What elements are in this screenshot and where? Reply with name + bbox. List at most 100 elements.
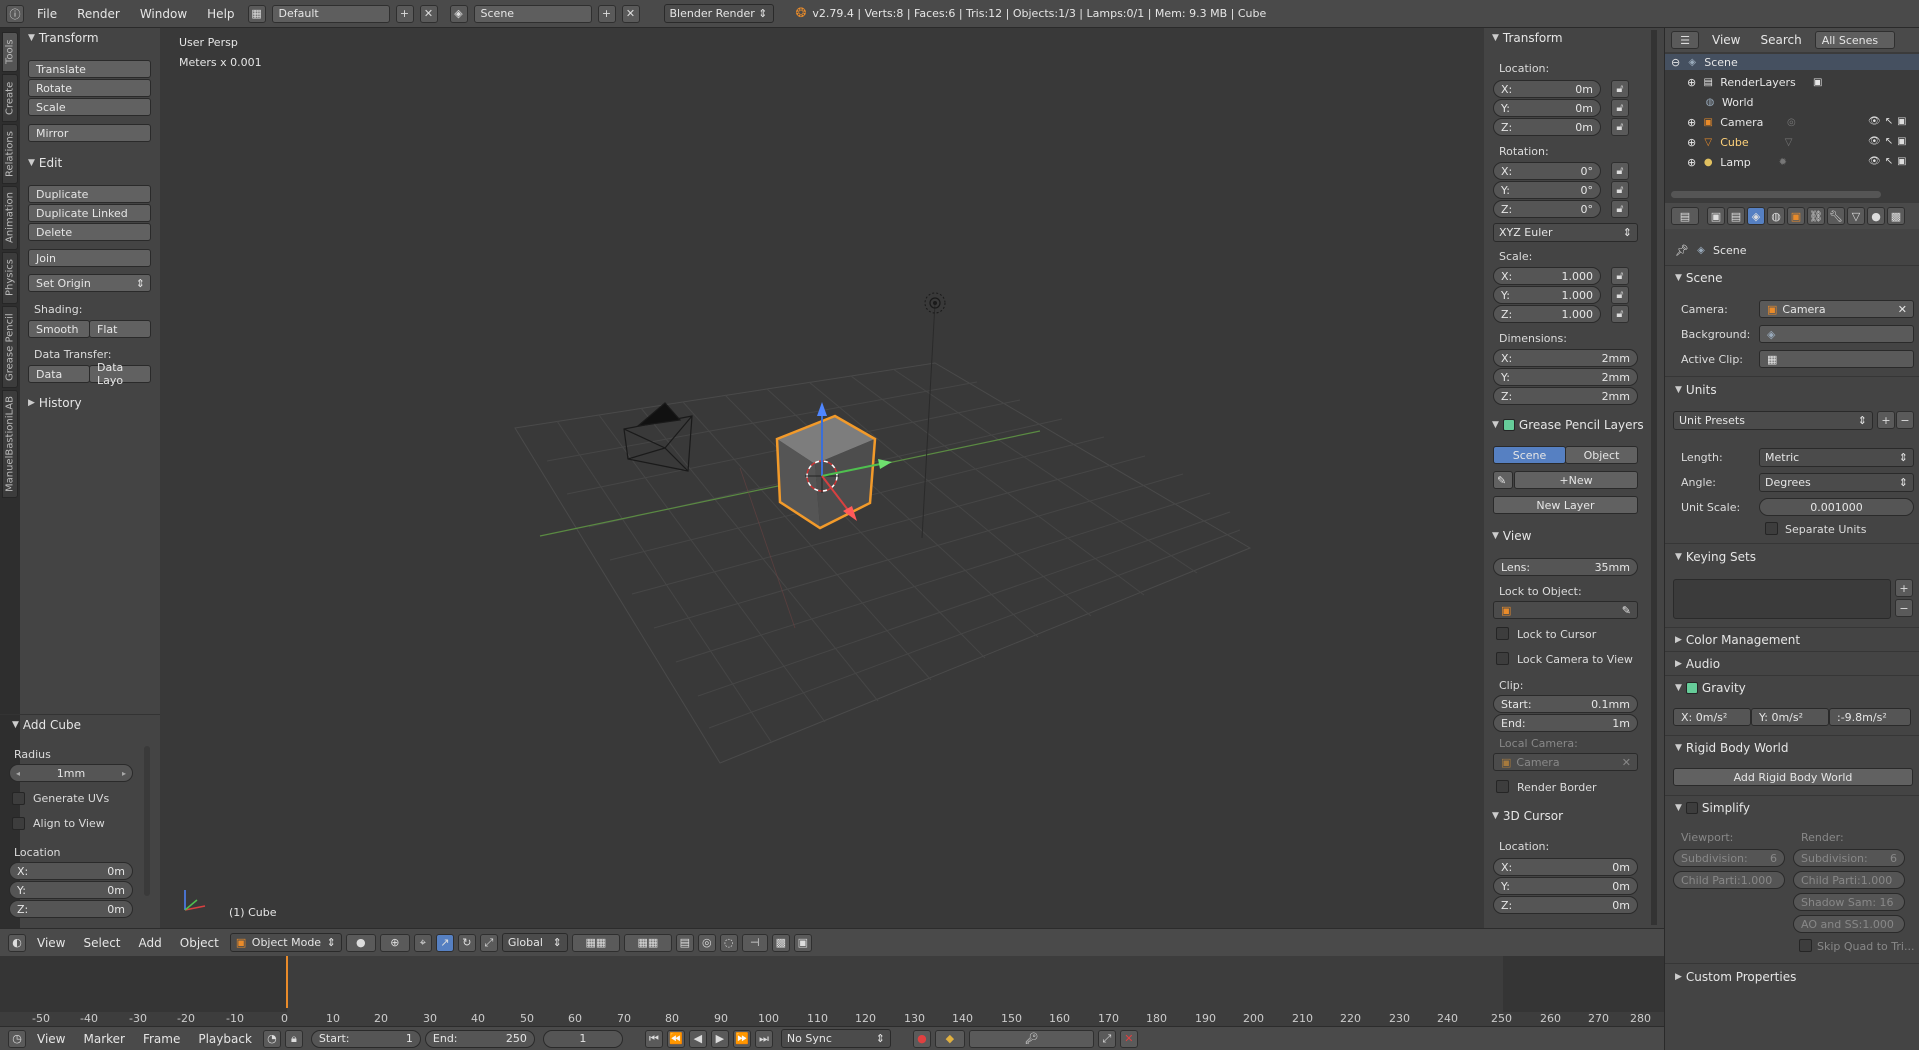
cursor-icon[interactable]: ↖ (1885, 136, 1893, 147)
insert-keyframe-icon[interactable]: ⤢ (1097, 1029, 1116, 1048)
gp-object-button[interactable]: Object (1565, 446, 1638, 464)
menu-select[interactable]: Select (76, 936, 127, 950)
render-border-checkbox[interactable] (1496, 780, 1509, 793)
location-y-field[interactable]: Y: 0m (1493, 99, 1601, 117)
eye-icon[interactable]: 👁︎ (1868, 156, 1881, 167)
menu-playback[interactable]: Playback (191, 1032, 259, 1046)
dimension-y-field[interactable]: Y: 2mm (1493, 368, 1638, 386)
dimension-x-field[interactable]: X: 2mm (1493, 349, 1638, 367)
tab-animation[interactable]: Animation (2, 186, 18, 250)
camera-object[interactable] (623, 402, 693, 472)
outliner-item-lamp[interactable]: ⊕ ● Lamp ✹ (1687, 155, 1790, 169)
clear-icon[interactable]: ✕ (1898, 303, 1907, 316)
keying-sets-list[interactable] (1673, 579, 1891, 619)
cursor-icon[interactable]: ↖ (1885, 116, 1893, 127)
editor-type-outliner-icon[interactable]: ☰ (1671, 31, 1699, 49)
tab-relations[interactable]: Relations (2, 124, 18, 184)
viewport-child-particles-field[interactable]: Child Parti:1.000 (1673, 871, 1785, 889)
tab-grease-pencil[interactable]: Grease Pencil (2, 306, 18, 388)
panel-view-header[interactable]: ▼ View (1492, 529, 1531, 543)
panel-color-management-header[interactable]: ▶ Color Management (1675, 633, 1800, 647)
pivot-point-icon[interactable]: ⊕ (379, 933, 410, 952)
skip-quad-checkbox[interactable] (1799, 939, 1812, 952)
remove-preset-icon[interactable]: − (1896, 411, 1914, 429)
generate-uvs-checkbox[interactable] (12, 792, 25, 805)
local-camera-field[interactable]: ▣ Camera ✕ (1493, 753, 1638, 771)
simplify-checkbox[interactable] (1685, 802, 1698, 814)
tab-manuelbastionilab[interactable]: ManuelBastioniLAB (2, 390, 18, 498)
lock-icon[interactable]: 🔓︎ (1611, 80, 1629, 98)
lock-camera-checkbox[interactable] (1496, 652, 1509, 665)
remove-layout-icon[interactable]: ✕ (419, 4, 438, 23)
editor-type-timeline-icon[interactable]: ◷ (8, 1029, 26, 1048)
interaction-mode-select[interactable]: ▣ Object Mode ⇕ (229, 933, 342, 952)
scene-camera-field[interactable]: ▣ Camera ✕ (1759, 300, 1914, 318)
opengl-render-icon[interactable]: ▩ (771, 933, 790, 952)
manipulator-icon[interactable]: ⌖ (413, 933, 432, 952)
menu-view[interactable]: View (30, 936, 72, 950)
menu-add[interactable]: Add (132, 936, 169, 950)
gravity-y-field[interactable]: Y: 0m/s² (1751, 708, 1829, 726)
viewport-shading-icon[interactable]: ● (345, 933, 376, 952)
operator-header[interactable]: ▼ Add Cube (12, 718, 81, 732)
gp-new-button[interactable]: + New (1514, 471, 1638, 489)
duplicate-button[interactable]: Duplicate (28, 185, 151, 203)
render-icon[interactable]: ▣ (1897, 136, 1906, 147)
lock-object-field[interactable]: ▣ ✎ (1493, 601, 1638, 619)
menu-search[interactable]: Search (1753, 33, 1808, 47)
location-y-field[interactable]: Y: 0m (9, 881, 133, 899)
remove-scene-icon[interactable]: ✕ (621, 4, 640, 23)
eye-icon[interactable]: 👁︎ (1868, 116, 1881, 127)
data-transfer-button[interactable]: Data (28, 365, 90, 383)
active-clip-field[interactable]: ▦ (1759, 350, 1914, 368)
panel-custom-properties-header[interactable]: ▶ Custom Properties (1675, 970, 1796, 984)
proportional-edit-icon[interactable]: ◎ (697, 933, 716, 952)
panel-edit-header[interactable]: ▼ Edit (28, 156, 62, 170)
scene-canvas[interactable] (160, 28, 1484, 928)
lock-icon[interactable]: 🔓︎ (1611, 118, 1629, 136)
texture-tab-icon[interactable]: ▩ (1887, 207, 1905, 225)
playhead[interactable] (286, 956, 288, 1008)
jump-start-icon[interactable]: ⏮ (644, 1029, 663, 1048)
delete-keyframe-icon[interactable]: ✕ (1119, 1029, 1138, 1048)
material-tab-icon[interactable]: ● (1867, 207, 1885, 225)
outliner-scrollbar[interactable] (1671, 191, 1881, 198)
outliner-item-cube[interactable]: ⊕ ▽ Cube ▽ (1687, 135, 1796, 149)
background-set-field[interactable]: ◈ (1759, 325, 1914, 343)
render-layers-tab-icon[interactable]: ▤ (1727, 207, 1745, 225)
editor-type-3d-icon[interactable]: ◐ (8, 933, 26, 952)
panel-history-header[interactable]: ▶ History (28, 396, 82, 410)
unit-scale-field[interactable]: 0.001000 (1759, 498, 1914, 516)
pencil-icon[interactable]: ✎ (1493, 471, 1513, 489)
jump-keyframe-back-icon[interactable]: ⏪ (666, 1029, 685, 1048)
current-frame-field[interactable]: 1 (542, 1029, 623, 1048)
properties-region-scrollbar[interactable] (1651, 30, 1657, 925)
add-layout-icon[interactable]: + (395, 4, 414, 23)
lock-icon[interactable]: 🔓︎ (1611, 200, 1629, 218)
screen-layout-field[interactable]: Default (271, 4, 390, 23)
object-tab-icon[interactable]: ▣ (1787, 207, 1805, 225)
outliner-item-renderlayers[interactable]: ⊕ ▤ RenderLayers ▣ (1687, 75, 1825, 89)
panel-transform-header[interactable]: ▼ Transform (1492, 31, 1563, 45)
rotation-x-field[interactable]: X: 0° (1493, 162, 1601, 180)
start-frame-field[interactable]: Start: 1 (310, 1029, 421, 1048)
screen-layout-icon[interactable]: ▦ (247, 4, 266, 23)
cube-visibility-toggles[interactable]: 👁︎ ↖ ▣ (1868, 136, 1918, 147)
menu-view[interactable]: View (30, 1032, 72, 1046)
menu-help[interactable]: Help (200, 7, 241, 21)
grease-pencil-checkbox[interactable] (1502, 419, 1515, 431)
scale-button[interactable]: Scale (28, 98, 151, 116)
tab-create[interactable]: Create (2, 74, 18, 122)
lamp-visibility-toggles[interactable]: 👁︎ ↖ ▣ (1868, 156, 1918, 167)
keying-icon[interactable]: ◆ (934, 1029, 965, 1048)
render-tab-icon[interactable]: ▣ (1707, 207, 1725, 225)
lock-to-cursor-checkbox[interactable] (1496, 627, 1509, 640)
menu-marker[interactable]: Marker (76, 1032, 131, 1046)
render-engine-select[interactable]: Blender Render ⇕ (663, 4, 774, 23)
clip-end-field[interactable]: End: 1m (1493, 714, 1638, 732)
preview-range-icon[interactable]: ◔ (262, 1029, 281, 1048)
gravity-checkbox[interactable] (1685, 682, 1698, 694)
angle-unit-select[interactable]: Degrees ⇕ (1759, 473, 1914, 492)
remove-keying-set-icon[interactable]: − (1895, 599, 1913, 617)
location-z-field[interactable]: Z: 0m (1493, 118, 1601, 136)
